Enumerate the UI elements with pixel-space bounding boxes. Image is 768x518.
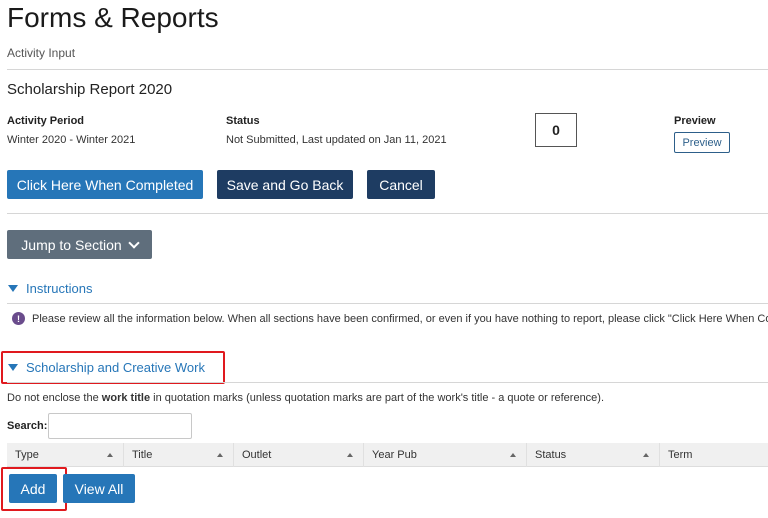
- sort-caret-icon: [510, 453, 516, 457]
- report-title: Scholarship Report 2020: [7, 81, 173, 98]
- sort-caret-icon: [347, 453, 353, 457]
- divider: [7, 69, 768, 70]
- column-label: Status: [535, 449, 567, 461]
- instructions-section-toggle[interactable]: Instructions: [8, 281, 92, 296]
- preview-button[interactable]: Preview: [674, 132, 730, 153]
- chevron-down-icon: [128, 236, 140, 249]
- jump-to-section-button[interactable]: Jump to Section: [7, 230, 152, 259]
- column-header-term[interactable]: Term: [660, 443, 768, 467]
- instructions-notice: ! Please review all the information belo…: [12, 312, 768, 325]
- activity-period-label: Activity Period: [7, 115, 85, 127]
- note-bold-text: work title: [101, 392, 151, 404]
- column-header-title[interactable]: Title: [124, 443, 234, 467]
- column-label: Outlet: [242, 449, 272, 461]
- view-all-button[interactable]: View All: [63, 474, 135, 503]
- column-label: Type: [15, 449, 39, 461]
- column-label: Title: [132, 449, 153, 461]
- column-header-status[interactable]: Status: [527, 443, 660, 467]
- search-label: Search:: [7, 420, 48, 432]
- instructions-section-title: Instructions: [26, 281, 93, 296]
- note-text-start: Do not enclose the: [7, 392, 102, 404]
- sort-caret-icon: [643, 453, 649, 457]
- save-and-go-back-button[interactable]: Save and Go Back: [217, 170, 353, 199]
- status-label: Status: [226, 115, 260, 127]
- table-header: Type Title Outlet Year Pub Status Term: [7, 443, 768, 467]
- click-here-when-completed-button[interactable]: Click Here When Completed: [7, 170, 203, 199]
- jump-to-section-label: Jump to Section: [21, 236, 122, 253]
- page-title: Forms & Reports: [7, 2, 219, 33]
- note-text-end: in quotation marks (unless quotation mar…: [150, 392, 605, 404]
- divider: [7, 303, 768, 304]
- info-icon: !: [12, 312, 25, 325]
- column-label: Year Pub: [372, 449, 417, 461]
- page-subtitle: Activity Input: [7, 46, 76, 60]
- column-header-outlet[interactable]: Outlet: [234, 443, 364, 467]
- highlight-box-section: [1, 351, 225, 384]
- status-value: Not Submitted, Last updated on Jan 11, 2…: [226, 134, 447, 146]
- highlight-box-add: [1, 467, 67, 511]
- activity-period-value: Winter 2020 - Winter 2021: [7, 134, 136, 146]
- divider: [7, 382, 768, 383]
- work-title-note: Do not enclose the work title in quotati…: [7, 392, 604, 404]
- cancel-button[interactable]: Cancel: [367, 170, 435, 199]
- count-box: 0: [535, 113, 577, 147]
- triangle-down-icon: [8, 285, 18, 292]
- sort-caret-icon: [107, 453, 113, 457]
- preview-label: Preview: [674, 115, 716, 127]
- notice-text: Please review all the information below.…: [32, 312, 768, 325]
- sort-caret-icon: [217, 453, 223, 457]
- column-label: Term: [668, 449, 693, 461]
- search-input[interactable]: [48, 413, 192, 439]
- column-header-type[interactable]: Type: [7, 443, 124, 467]
- column-header-year-pub[interactable]: Year Pub: [364, 443, 527, 467]
- divider: [7, 213, 768, 214]
